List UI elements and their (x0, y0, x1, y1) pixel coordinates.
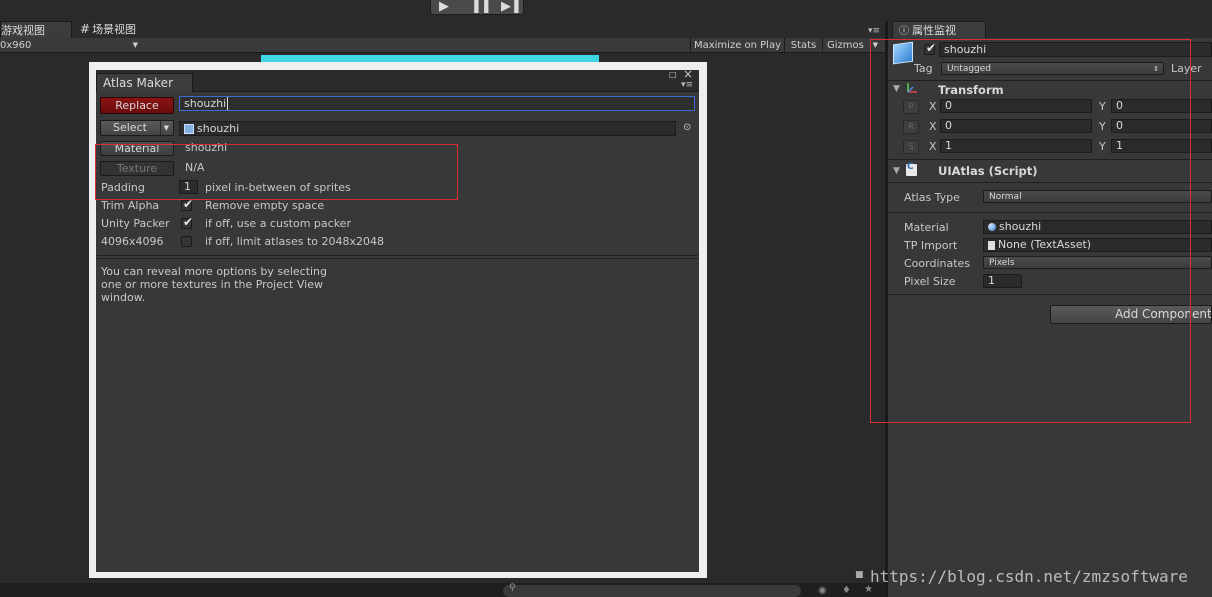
text-cursor (227, 97, 229, 110)
hint-text: You can reveal more options by selecting… (101, 265, 327, 304)
separator (97, 258, 698, 259)
annotation-box-right (870, 39, 1191, 423)
size-4096-checkbox[interactable] (181, 236, 192, 247)
chevron-down-icon: ▼ (132, 41, 138, 49)
tab-scene[interactable]: # 场景视图 (80, 21, 160, 38)
separator (97, 255, 698, 256)
chevron-down-icon: ▼ (159, 121, 169, 135)
size-4096-desc: if off, limit atlases to 2048x2048 (205, 235, 385, 248)
step-icon[interactable]: ▶❚ (501, 0, 522, 14)
tab-inspector-label: 属性监视 (912, 24, 956, 37)
panel-menu-icon[interactable]: ▾≡ (681, 80, 693, 90)
info-icon: ⓘ (899, 26, 909, 37)
atlas-name-input[interactable]: shouzhi (179, 96, 695, 111)
tab-atlas-maker-label: Atlas Maker (103, 76, 174, 90)
resolution-dropdown[interactable]: 0x960 ▼ (0, 38, 140, 53)
grid-icon: # (80, 22, 91, 36)
hint-line-3: window. (101, 291, 146, 304)
cyan-bar (261, 55, 599, 62)
bottom-search-field[interactable]: ⚲ (503, 583, 801, 597)
annotation-box-left (95, 144, 458, 200)
stats-button[interactable]: Stats (784, 38, 822, 53)
atlas-object-field[interactable]: shouzhi (179, 121, 676, 136)
checkmark-icon: ✔ (183, 215, 194, 229)
atlas-ref-value: shouzhi (197, 122, 240, 135)
atlas-name-value: shouzhi (184, 97, 227, 110)
search-icon: ⚲ (509, 583, 516, 593)
unity-packer-label: Unity Packer (101, 217, 170, 230)
size-4096-label: 4096x4096 (101, 235, 164, 248)
tab-game-label: 游戏视图 (1, 24, 45, 37)
tab-atlas-maker[interactable]: Atlas Maker (96, 73, 193, 92)
trim-alpha-label: Trim Alpha (101, 199, 160, 212)
filter-icon[interactable]: ◉ (818, 585, 827, 596)
play-icon[interactable]: ▶ (439, 0, 449, 14)
object-picker-icon[interactable]: ⊙ (683, 122, 691, 133)
maximize-on-play-button[interactable]: Maximize on Play (690, 38, 784, 53)
tab-menu-icon[interactable]: ▾≡ (868, 26, 880, 36)
tab-inspector[interactable]: ⓘ 属性监视 (892, 21, 986, 38)
tab-game[interactable]: 游戏视图 (0, 21, 72, 38)
lock-icon[interactable]: ■ (855, 570, 864, 580)
select-label: Select (113, 121, 147, 134)
hint-line-1: You can reveal more options by selecting (101, 265, 328, 278)
resolution-value: 0x960 (0, 40, 32, 51)
tag-icon[interactable]: ♦ (842, 585, 851, 596)
close-icon[interactable]: × (683, 67, 693, 81)
play-controls: ▶ ❚❚ ▶❚ (430, 0, 524, 15)
tab-scene-label: 场景视图 (92, 23, 137, 36)
hint-line-2: one or more textures in the Project View (101, 278, 323, 291)
select-button[interactable]: Select ▼ (100, 120, 174, 136)
replace-button[interactable]: Replace (100, 97, 174, 114)
watermark: https://blog.csdn.net/zmzsoftware (870, 567, 1188, 586)
maximize-icon[interactable]: □ (669, 70, 677, 79)
pause-icon[interactable]: ❚❚ (471, 0, 492, 14)
gizmos-label: Gizmos (827, 40, 864, 51)
atlas-asset-icon (184, 124, 194, 134)
trim-alpha-desc: Remove empty space (205, 199, 325, 212)
unity-packer-desc: if off, use a custom packer (205, 217, 351, 230)
trim-alpha-checkbox[interactable]: ✔ (181, 197, 193, 211)
unity-packer-checkbox[interactable]: ✔ (181, 215, 194, 229)
